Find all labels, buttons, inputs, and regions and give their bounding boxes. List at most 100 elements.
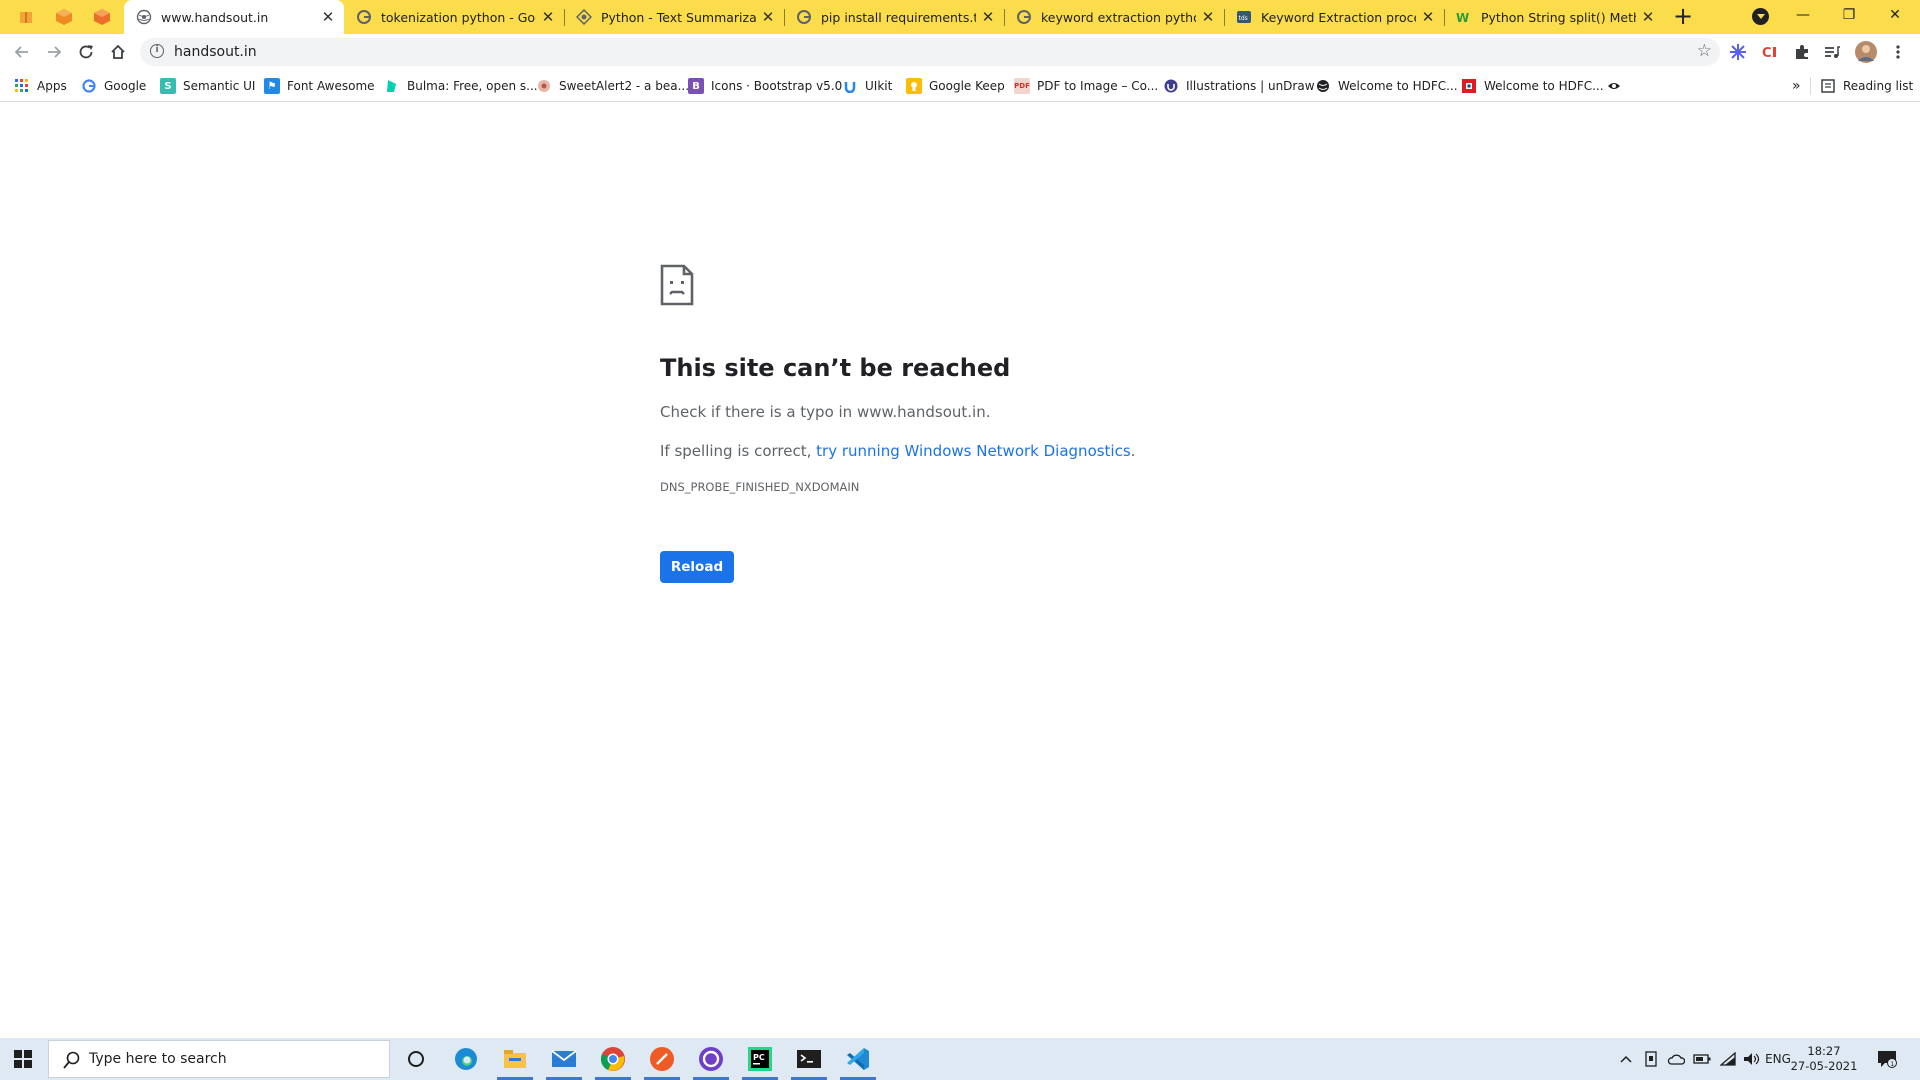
back-button[interactable] [8,38,36,66]
profile-avatar[interactable] [1854,40,1878,64]
new-tab-button[interactable]: + [1670,4,1696,30]
tab-strip: www.handsout.in ✕ tokenization python - … [0,0,1920,34]
bookmark-sweetalert[interactable]: SweetAlert2 - a bea... [536,77,689,95]
cortana-icon[interactable] [392,1038,440,1080]
package-icon [56,9,72,25]
bookmark-extra[interactable] [1606,77,1629,95]
package-icon [20,12,32,23]
svg-text:W: W [1456,11,1469,25]
notification-count: 1 [1890,1060,1894,1068]
tab-python-string-split[interactable]: W Python String split() Method ✕ [1444,0,1664,34]
device-tray-icon[interactable] [1642,1049,1660,1069]
vscode-icon[interactable] [834,1038,882,1080]
show-hidden-icons-chevron-icon[interactable] [1618,1049,1634,1069]
restore-button[interactable]: ❐ [1826,0,1872,30]
tab-close-icon[interactable]: ✕ [1420,9,1436,25]
taskbar-search-box[interactable]: Type here to search [48,1040,390,1078]
tab-close-icon[interactable]: ✕ [1640,9,1656,25]
network-diagnostics-link[interactable]: try running Windows Network Diagnostics [816,442,1131,460]
site-info-icon[interactable]: i [150,44,164,58]
start-button[interactable] [0,1038,46,1080]
bookmark-google[interactable]: Google [81,77,146,95]
tab-search-button[interactable] [1752,8,1769,25]
tab-text-summarization[interactable]: Python - Text Summarization ✕ [564,0,784,34]
language-indicator[interactable]: ENG [1765,1049,1791,1069]
tab-title: Python String split() Method [1481,9,1636,25]
file-explorer-icon[interactable] [491,1038,539,1080]
tab-pip-install[interactable]: pip install requirements.txt - ✕ [784,0,1004,34]
bookmark-apps[interactable]: Apps [14,77,67,95]
onedrive-cloud-icon[interactable] [1666,1049,1686,1069]
battery-icon[interactable] [1692,1049,1712,1069]
semantic-ui-icon: S [160,78,176,94]
bookmark-star-icon[interactable]: ☆ [1697,41,1712,61]
extension-snowflake-icon[interactable] [1728,42,1748,62]
close-window-button[interactable]: ✕ [1872,0,1918,30]
reload-toolbar-button[interactable] [72,38,100,66]
minimize-button[interactable]: — [1780,0,1826,30]
bookmark-bulma[interactable]: Bulma: Free, open s... [384,77,538,95]
volume-icon[interactable] [1742,1049,1762,1069]
home-button[interactable] [104,38,132,66]
bookmark-uikit[interactable]: UIkit [842,77,892,95]
tab-close-icon[interactable]: ✕ [760,9,776,25]
edge-icon[interactable] [442,1038,490,1080]
mail-icon[interactable] [540,1038,588,1080]
google-icon [1016,9,1032,25]
taskbar-clock[interactable]: 18:27 27-05-2021 [1790,1044,1858,1074]
wifi-icon[interactable] [1718,1049,1738,1069]
error-heading: This site can’t be reached [660,354,1011,382]
bookmark-undraw[interactable]: Illustrations | unDraw [1163,77,1315,95]
spelling-prefix-text: If spelling is correct, [660,442,817,460]
bookmark-label: Google Keep [929,79,1005,93]
action-center-button[interactable]: 1 [1874,1049,1900,1069]
pinned-tab-2[interactable] [46,0,82,34]
bookmark-hdfc-1[interactable]: Welcome to HDFC... [1315,77,1458,95]
github-desktop-icon[interactable] [687,1038,735,1080]
tab-keyword-extraction-process[interactable]: tds Keyword Extraction process i ✕ [1224,0,1444,34]
tab-close-icon[interactable]: ✕ [320,9,336,25]
clock-time: 18:27 [1807,1044,1841,1058]
media-control-icon[interactable] [1822,42,1842,62]
bookmark-label: SweetAlert2 - a bea... [559,79,690,93]
error-page: This site can’t be reached Check if ther… [660,102,1360,1042]
address-bar-url[interactable]: handsout.in [174,44,257,60]
extension-cs-icon[interactable]: C [1760,42,1780,62]
forward-button[interactable] [40,38,68,66]
extensions-puzzle-icon[interactable] [1792,42,1812,62]
tab-handsout[interactable]: www.handsout.in ✕ [124,0,344,34]
bookmarks-overflow-chevron-icon[interactable]: » [1792,77,1801,95]
terminal-icon[interactable] [785,1038,833,1080]
pinned-tab-1[interactable] [8,0,44,34]
undraw-icon [1163,78,1179,94]
bookmark-semantic-ui[interactable]: S Semantic UI [160,77,255,95]
chrome-icon[interactable] [589,1038,637,1080]
address-bar[interactable]: i handsout.in ☆ [140,38,1720,66]
reading-list-icon [1820,78,1836,94]
google-icon [356,9,372,25]
pinned-tab-3[interactable] [84,0,120,34]
bookmark-bootstrap-icons[interactable]: B Icons · Bootstrap v5.0 [688,77,842,95]
tab-close-icon[interactable]: ✕ [980,9,996,25]
windows-logo-icon [14,1050,32,1068]
bookmark-label: Apps [37,79,67,93]
tab-tokenization[interactable]: tokenization python - Google ✕ [344,0,564,34]
bookmark-pdf-to-image[interactable]: PDF PDF to Image – Co... [1014,77,1158,95]
pycharm-icon[interactable]: PC [736,1038,784,1080]
postman-icon[interactable] [638,1038,686,1080]
sad-page-icon [660,264,694,306]
reading-list-button[interactable]: Reading list [1820,77,1913,95]
bookmark-hdfc-2[interactable]: Welcome to HDFC... [1461,77,1604,95]
tab-close-icon[interactable]: ✕ [1200,9,1216,25]
reload-button[interactable]: Reload [660,551,734,583]
font-awesome-icon: ⚑ [264,78,280,94]
bookmark-google-keep[interactable]: Google Keep [906,77,1005,95]
notification-icon: 1 [1878,1051,1897,1068]
hdfc-icon [1461,78,1477,94]
more-menu-icon[interactable] [1888,42,1908,62]
bookmark-font-awesome[interactable]: ⚑ Font Awesome [264,77,375,95]
tab-close-icon[interactable]: ✕ [540,9,556,25]
tab-title: keyword extraction python nl [1041,9,1196,25]
google-keep-icon [906,78,922,94]
tab-keyword-extraction[interactable]: keyword extraction python nl ✕ [1004,0,1224,34]
